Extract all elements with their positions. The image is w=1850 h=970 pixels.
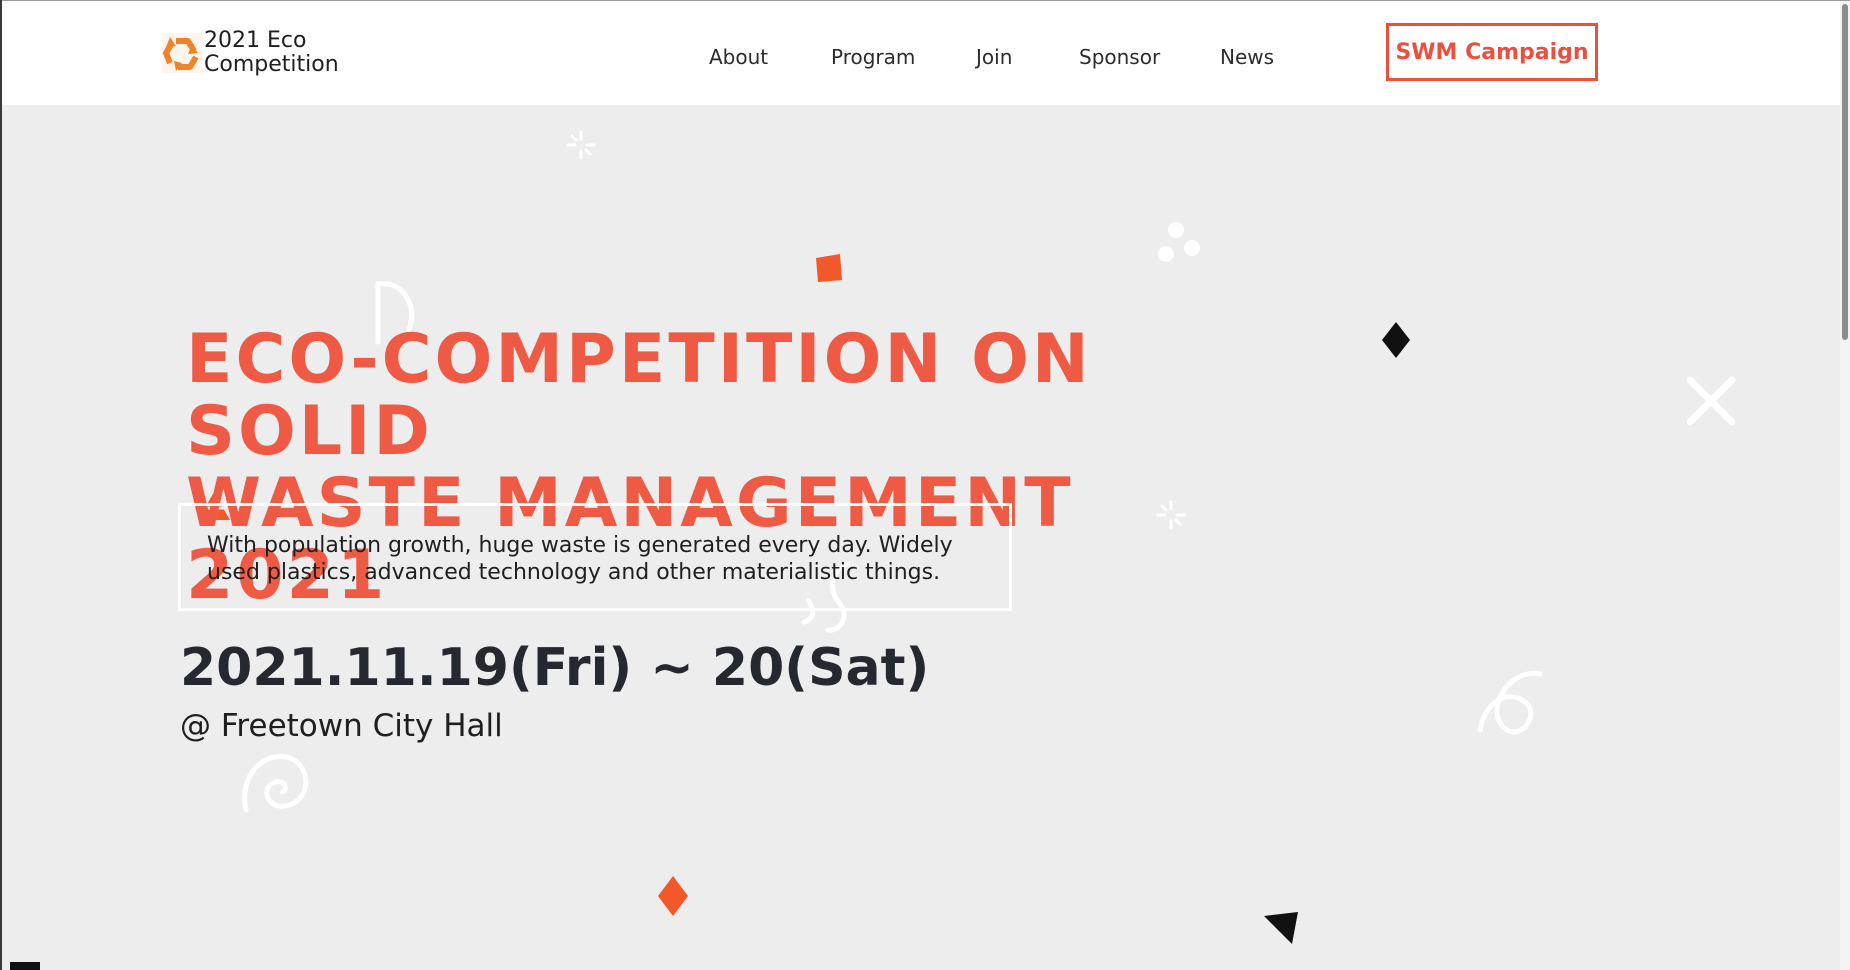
event-venue: @ Freetown City Hall (180, 708, 503, 744)
window-left-edge (0, 0, 2, 970)
diamond-confetti (658, 876, 688, 916)
nav-item-news[interactable]: News (1220, 45, 1274, 69)
hero-description-box: With population growth, huge waste is ge… (178, 503, 1012, 611)
square-confetti (10, 962, 40, 970)
swm-campaign-button[interactable]: SWM Campaign (1386, 23, 1598, 81)
nav-item-join[interactable]: Join (976, 45, 1012, 69)
logo-line-2: Competition (204, 52, 339, 77)
nav-item-program[interactable]: Program (831, 45, 915, 69)
logo-line-1: 2021 Eco (204, 28, 307, 53)
site-header: 2021 Eco Competition About Program Join … (2, 1, 1840, 105)
recycle-icon (162, 33, 202, 73)
triangle-confetti (1264, 912, 1298, 944)
loop-squiggle (1477, 670, 1543, 735)
site-logo[interactable]: 2021 Eco Competition (162, 29, 362, 83)
scrollbar-thumb[interactable] (1842, 4, 1848, 340)
x-confetti (1686, 376, 1736, 426)
event-date: 2021.11.19(Fri) ~ 20(Sat) (180, 638, 930, 698)
site-logo-text: 2021 Eco Competition (204, 29, 364, 77)
sparkle-icon (566, 130, 596, 160)
spiral-squiggle (242, 754, 309, 813)
diamond-confetti (1382, 322, 1410, 358)
hero-description: With population growth, huge waste is ge… (207, 533, 953, 585)
nav-item-sponsor[interactable]: Sponsor (1079, 45, 1160, 69)
nav-item-about[interactable]: About (709, 45, 768, 69)
hero-title-line-1: ECO-COMPETITION ON SOLID (186, 320, 1092, 471)
square-confetti (816, 254, 842, 282)
dots-icon (1158, 222, 1200, 262)
